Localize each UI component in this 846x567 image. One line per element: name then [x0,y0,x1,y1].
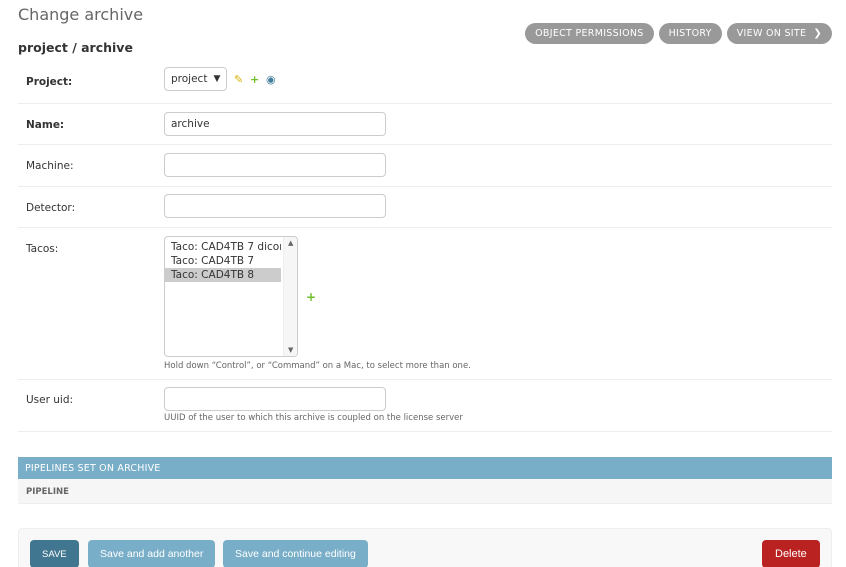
project-select[interactable]: project ▼ [164,67,227,91]
chevron-down-icon: ▼ [213,74,221,84]
name-label: Name: [26,119,65,131]
tacos-help-text: Hold down “Control”, or “Command” on a M… [164,361,471,371]
form-row-project: Project: project ▼ ✎ + ◉ [18,62,832,104]
object-tools: OBJECT PERMISSIONS HISTORY VIEW ON SITE ❯ [525,23,832,44]
eye-icon[interactable]: ◉ [266,73,276,86]
form-row-user-uid: User uid: UUID of the user to which this… [18,380,832,432]
tacos-multiselect[interactable]: Taco: CAD4TB 7 dicom Taco: CAD4TB 7 Taco… [164,236,298,357]
user-uid-label: User uid: [26,394,74,406]
page-title: Change archive [18,5,144,24]
scroll-up-icon[interactable]: ▲ [288,239,293,247]
machine-label: Machine: [26,160,74,172]
user-uid-help-text: UUID of the user to which this archive i… [164,413,463,423]
project-select-value: project [171,73,208,85]
tacos-option-selected[interactable]: Taco: CAD4TB 8 [165,268,281,282]
pencil-icon[interactable]: ✎ [234,73,243,86]
form-row-name: Name: [18,104,832,145]
save-and-continue-button[interactable]: Save and continue editing [223,540,368,567]
form-row-detector: Detector: [18,187,832,228]
inline-group-title: PIPELINES SET ON ARCHIVE [18,457,832,479]
tacos-label: Tacos: [26,243,59,255]
view-on-site-button[interactable]: VIEW ON SITE ❯ [726,23,832,44]
detector-input[interactable] [164,194,386,218]
tacos-option[interactable]: Taco: CAD4TB 7 [165,254,281,268]
inline-column-header: PIPELINE [18,479,832,504]
plus-icon[interactable]: + [306,290,316,304]
plus-icon[interactable]: + [250,73,259,86]
scroll-down-icon[interactable]: ▼ [288,346,293,354]
view-on-site-label: VIEW ON SITE [736,28,807,39]
object-permissions-button[interactable]: OBJECT PERMISSIONS [525,23,654,44]
machine-input[interactable] [164,153,386,177]
detector-label: Detector: [26,202,76,214]
project-label: Project: [26,76,73,88]
form-row-machine: Machine: [18,145,832,187]
chevron-right-icon: ❯ [813,28,822,39]
object-permissions-label: OBJECT PERMISSIONS [535,28,644,39]
history-button[interactable]: HISTORY [658,23,722,44]
save-button[interactable]: SAVE [30,540,79,567]
submit-row: SAVE Save and add another Save and conti… [18,528,832,567]
form-row-tacos: Tacos: Taco: CAD4TB 7 dicom Taco: CAD4TB… [18,228,832,380]
delete-button[interactable]: Delete [762,540,820,567]
user-uid-input[interactable] [164,387,386,411]
scrollbar[interactable]: ▲ ▼ [283,237,297,356]
tacos-option[interactable]: Taco: CAD4TB 7 dicom [165,240,281,254]
save-and-add-another-button[interactable]: Save and add another [88,540,216,567]
name-input[interactable] [164,112,386,136]
history-label: HISTORY [668,28,712,39]
object-title: project / archive [18,40,133,55]
